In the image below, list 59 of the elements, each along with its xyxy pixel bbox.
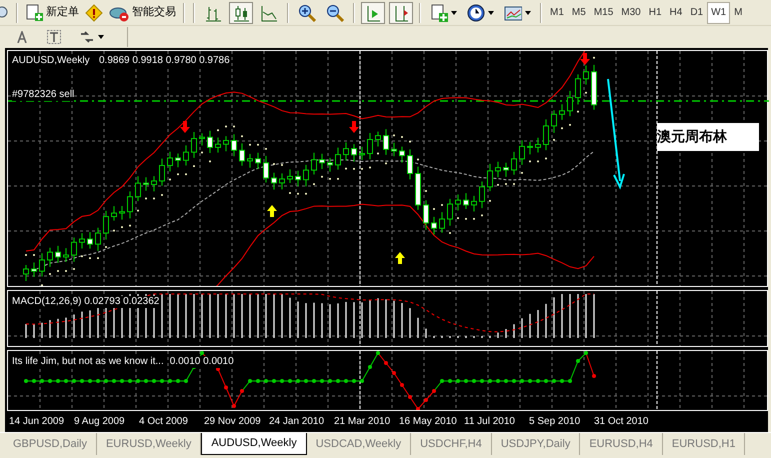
timeframe-button[interactable]: M (730, 2, 746, 24)
toolbar-button[interactable] (389, 2, 413, 24)
date-label: 16 May 2010 (399, 415, 458, 429)
toolbar-button[interactable] (361, 2, 385, 24)
date-label: 31 Oct 2010 (594, 415, 650, 429)
new-order-button[interactable]: 新定单 (22, 2, 82, 24)
caret-icon (98, 35, 104, 39)
chart-tab[interactable]: GBPUSD,Daily (4, 433, 97, 455)
zoom-out-icon (326, 4, 344, 22)
chart-tab[interactable]: USDCHF,H4 (411, 433, 492, 455)
date-label: 21 Mar 2010 (334, 415, 392, 429)
down-arrow-icon (180, 121, 190, 133)
date-label: 29 Nov 2009 (204, 415, 262, 429)
chart-tab[interactable]: EURUSD,H4 (580, 433, 663, 455)
expert-advisor-button[interactable]: 智能交易 (106, 2, 179, 24)
document-plus-icon (25, 4, 43, 22)
timeframe-button[interactable]: H4 (666, 2, 686, 24)
timeframe-button[interactable]: M5 (568, 2, 590, 24)
up-arrow-icon (395, 252, 405, 264)
timeframe-button[interactable]: M15 (590, 2, 618, 24)
framed-letter-icon (47, 30, 61, 44)
candlestick-icon (232, 4, 250, 22)
order-label: #9782326 sell (12, 89, 74, 101)
letter-icon (17, 31, 27, 43)
date-label: 14 Jun 2009 (9, 415, 66, 429)
chart-tab[interactable]: USDJPY,Daily (492, 433, 580, 455)
caret-icon (451, 10, 457, 14)
warning-icon (85, 4, 103, 22)
template-icon (504, 4, 522, 22)
indicator-values: 0.0010 0.0010 (170, 356, 234, 368)
arrows-icon (79, 30, 95, 44)
timeframe-button[interactable]: M30 (617, 2, 645, 24)
down-arrow-icon (349, 121, 359, 133)
annotation-label: 澳元周布林 (657, 123, 759, 151)
clock-icon (467, 4, 485, 22)
macd-label: MACD(12,26,9) 0.02793 0.02362 (12, 296, 160, 308)
date-label: 4 Oct 2009 (139, 415, 189, 429)
date-label: 24 Jan 2010 (269, 415, 326, 429)
chart-tab[interactable]: AUDUSD,Weekly (201, 433, 307, 455)
caret-icon (525, 10, 531, 14)
line-chart-icon (260, 4, 278, 22)
chart-title: AUDUSD,Weekly (12, 55, 90, 67)
date-label: 5 Sep 2010 (529, 415, 582, 429)
timeframe-button[interactable]: H1 (644, 2, 666, 24)
timeframe-button[interactable]: W1 (707, 2, 730, 24)
date-label: 11 Jul 2010 (464, 415, 516, 429)
chart-tab[interactable]: EURUSD,H1 (662, 433, 746, 455)
toolbar-button[interactable] (229, 2, 253, 24)
timeframe-button[interactable]: M1 (546, 2, 568, 24)
price-values: 0.9869 0.9918 0.9780 0.9786 (99, 55, 230, 67)
new-chart-icon (430, 4, 448, 22)
down-arrow-icon (580, 53, 590, 65)
zoom-in-icon (298, 4, 316, 22)
up-arrow-icon (267, 205, 277, 217)
date-label: 9 Aug 2009 (74, 415, 126, 429)
indicator-label: Its life Jim, but not as we know it... (12, 356, 164, 368)
timeframe-button[interactable]: D1 (686, 2, 708, 24)
caret-icon (488, 10, 494, 14)
chart-tab[interactable]: USDCAD,Weekly (306, 433, 412, 455)
